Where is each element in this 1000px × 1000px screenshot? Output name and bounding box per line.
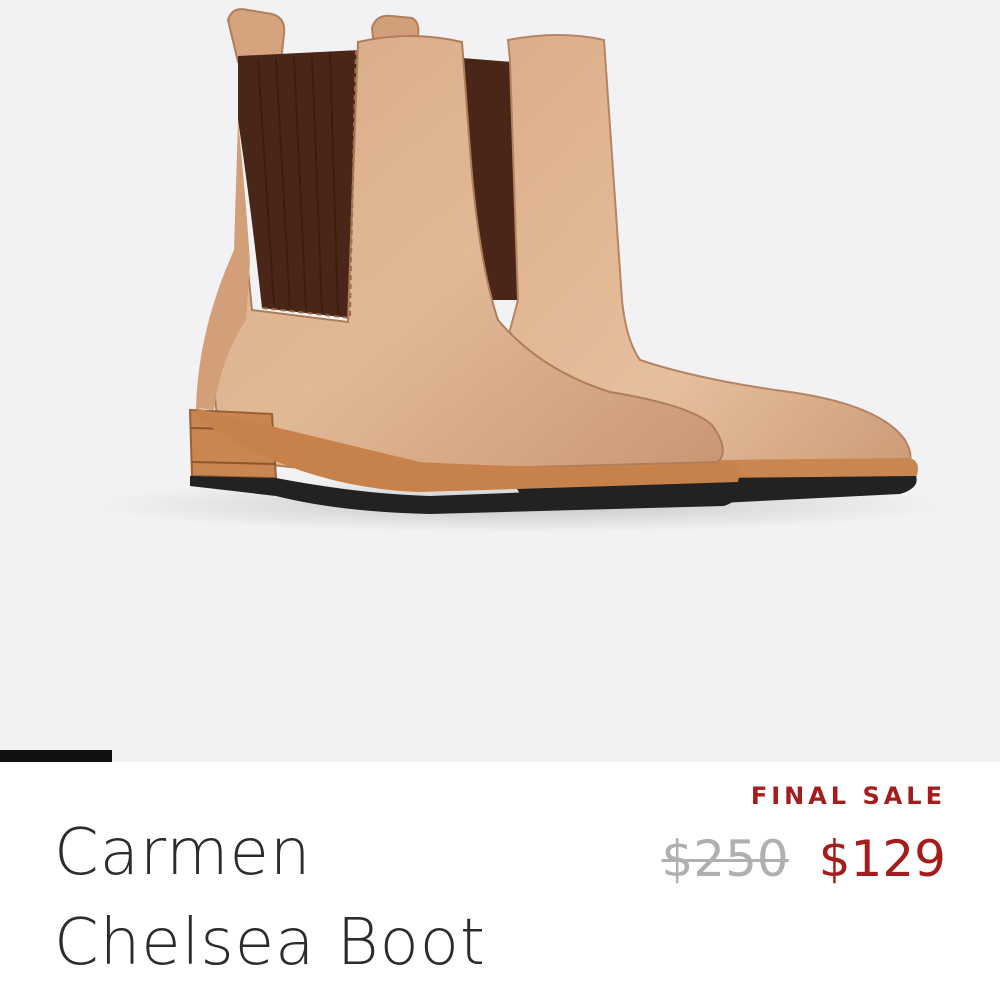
carousel-progress-indicator[interactable]	[0, 750, 112, 762]
sale-price: $129	[818, 830, 946, 888]
boot-pair-illustration	[90, 8, 950, 533]
product-image[interactable]	[0, 0, 1000, 762]
product-title: Carmen Chelsea Boot	[54, 816, 486, 980]
final-sale-badge: FINAL SALE	[750, 782, 946, 810]
original-price: $250	[661, 830, 789, 888]
left-boot	[188, 8, 742, 514]
price-row: $250 $129	[662, 830, 947, 888]
